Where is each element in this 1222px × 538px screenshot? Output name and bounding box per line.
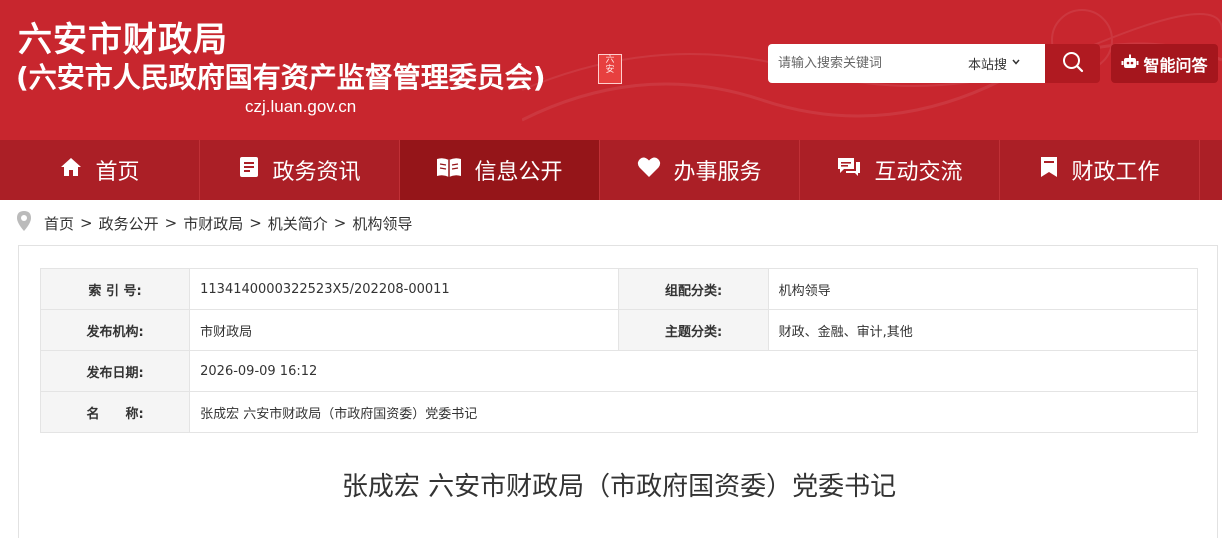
site-title: 六安市财政局	[18, 20, 228, 60]
table-row: 索 引 号: 1134140000322523X5/202208-00011 组…	[39, 268, 1199, 310]
site-domain: czj.luan.gov.cn	[245, 97, 357, 116]
topic-label: 主题分类:	[618, 309, 769, 351]
nav-item-services[interactable]: 办事服务	[600, 140, 800, 200]
nav-item-home[interactable]: 首页	[0, 140, 200, 200]
site-header: 六安市财政局 (六安市人民政府国有资产监督管理委员会) 六安 czj.luan.…	[0, 0, 1222, 140]
document-icon	[238, 155, 272, 185]
main-nav: 首页 政务资讯 信息公开 办事服务 互动交流 财政工作	[0, 140, 1222, 200]
content-panel: 索 引 号: 1134140000322523X5/202208-00011 组…	[18, 245, 1218, 538]
home-icon	[59, 155, 95, 185]
search-scope-label: 本站搜	[968, 58, 1008, 73]
bookmark-icon	[1039, 155, 1071, 185]
date-label: 发布日期:	[39, 350, 191, 392]
breadcrumb-item[interactable]: 机关简介	[268, 213, 328, 234]
breadcrumb-item[interactable]: 市财政局	[183, 213, 243, 234]
table-row: 发布日期: 2026-09-09 16:12	[39, 350, 1198, 392]
publisher-label: 发布机构:	[39, 309, 191, 351]
search-scope-select[interactable]: 本站搜	[968, 44, 1021, 83]
index-label: 索 引 号:	[39, 268, 191, 310]
publisher-value: 市财政局	[189, 309, 620, 351]
nav-label: 办事服务	[673, 160, 762, 185]
page: 六安市财政局 (六安市人民政府国有资产监督管理委员会) 六安 czj.luan.…	[0, 0, 1222, 538]
chat-icon	[836, 156, 874, 184]
index-value: 1134140000322523X5/202208-00011	[189, 268, 620, 310]
ai-qa-button[interactable]: 智能问答	[1111, 44, 1218, 83]
site-subtitle: (六安市人民政府国有资产监督管理委员会)	[16, 61, 546, 94]
robot-icon	[1121, 53, 1143, 75]
open-book-icon	[436, 156, 474, 184]
breadcrumb-item[interactable]: 政务公开	[99, 213, 159, 234]
nav-item-info-open[interactable]: 信息公开	[400, 140, 600, 200]
breadcrumb-separator: >	[249, 214, 262, 232]
category-label: 组配分类:	[618, 268, 769, 310]
nav-label: 政务资讯	[272, 160, 361, 185]
table-row: 名 称: 张成宏 六安市财政局（市政府国资委）党委书记	[39, 391, 1198, 433]
nav-item-finance-work[interactable]: 财政工作	[1000, 140, 1200, 200]
search-input[interactable]	[768, 44, 948, 83]
breadcrumb-separator: >	[333, 214, 347, 232]
nav-item-news[interactable]: 政务资讯	[200, 140, 400, 200]
ai-qa-label: 智能问答	[1143, 55, 1208, 75]
name-label: 名 称:	[39, 391, 191, 433]
date-value: 2026-09-09 16:12	[189, 350, 1198, 392]
metadata-table: 索 引 号: 1134140000322523X5/202208-00011 组…	[39, 268, 1199, 433]
category-value: 机构领导	[767, 268, 1199, 310]
nav-label: 财政工作	[1071, 160, 1160, 185]
breadcrumb-item[interactable]: 机构领导	[352, 213, 412, 234]
breadcrumb-separator: >	[80, 214, 93, 232]
breadcrumb: 首页 > 政务公开 > 市财政局 > 机关简介 > 机构领导	[16, 210, 412, 236]
search-icon	[1061, 50, 1085, 78]
nav-label: 互动交流	[874, 160, 963, 185]
heart-icon	[637, 156, 673, 184]
nav-item-interaction[interactable]: 互动交流	[800, 140, 1000, 200]
search-box: 本站搜	[768, 44, 1045, 83]
breadcrumb-item[interactable]: 首页	[44, 213, 74, 234]
search-button[interactable]	[1045, 44, 1100, 83]
nav-label: 首页	[95, 160, 140, 185]
topic-value: 财政、金融、审计,其他	[767, 309, 1199, 351]
nav-label: 信息公开	[474, 160, 563, 185]
article-title: 张成宏 六安市财政局（市政府国资委）党委书记	[341, 472, 897, 502]
seal-logo: 六安	[598, 54, 622, 84]
location-pin-icon	[16, 210, 32, 236]
breadcrumb-separator: >	[164, 214, 178, 232]
table-row: 发布机构: 市财政局 主题分类: 财政、金融、审计,其他	[39, 309, 1199, 351]
name-value: 张成宏 六安市财政局（市政府国资委）党委书记	[189, 391, 1198, 433]
chevron-down-icon	[1011, 57, 1021, 70]
